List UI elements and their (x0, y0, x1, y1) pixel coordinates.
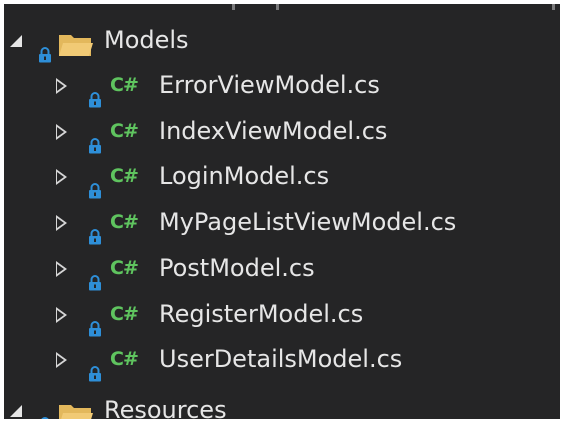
lock-icon (88, 169, 102, 199)
tree-folder-label: Resources (104, 396, 227, 419)
cut-off-glyph (552, 4, 555, 10)
tree-file-label: ErrorViewModel.cs (159, 71, 380, 99)
expand-arrow-icon[interactable] (56, 261, 67, 277)
expand-arrow-icon[interactable] (56, 215, 67, 231)
expand-arrow-icon[interactable] (10, 405, 22, 417)
expand-arrow-icon[interactable] (56, 352, 67, 368)
tree-file-label: LoginModel.cs (159, 162, 330, 190)
csharp-file-icon: C# (110, 74, 139, 96)
expand-arrow-icon[interactable] (56, 169, 67, 185)
scrolled-row-remnant (4, 4, 560, 16)
lock-icon (88, 352, 102, 382)
csharp-file-icon: C# (110, 120, 139, 142)
csharp-file-icon: C# (110, 257, 139, 279)
tree-file-label: UserDetailsModel.cs (159, 345, 403, 373)
solution-explorer-tree: Models C# ErrorViewModel.cs C# IndexView… (4, 4, 560, 419)
csharp-file-icon: C# (110, 165, 139, 187)
folder-icon (58, 28, 94, 56)
csharp-file-icon: C# (110, 348, 139, 370)
tree-folder-label: Models (104, 26, 189, 54)
lock-icon (88, 307, 102, 337)
lock-icon (38, 403, 52, 419)
tree-file-row[interactable]: C# UserDetailsModel.cs (4, 337, 560, 382)
tree-file-row[interactable]: C# PostModel.cs (4, 246, 560, 291)
expand-arrow-icon[interactable] (56, 78, 67, 94)
cut-off-glyph (232, 4, 235, 10)
lock-icon (88, 261, 102, 291)
tree-file-row[interactable]: C# LoginModel.cs (4, 154, 560, 199)
expand-arrow-icon[interactable] (56, 307, 67, 323)
expand-arrow-icon[interactable] (10, 35, 22, 47)
tree-file-row[interactable]: C# IndexViewModel.cs (4, 109, 560, 154)
cut-off-glyph (276, 4, 279, 10)
tree-folder-models[interactable]: Models (4, 18, 560, 63)
lock-icon (88, 78, 102, 108)
tree-file-row[interactable]: C# MyPageListViewModel.cs (4, 200, 560, 245)
tree-folder-resources[interactable]: Resources (4, 388, 560, 419)
csharp-file-icon: C# (110, 303, 139, 325)
lock-icon (88, 124, 102, 154)
lock-icon (38, 33, 52, 63)
expand-arrow-icon[interactable] (56, 124, 67, 140)
tree-file-row[interactable]: C# ErrorViewModel.cs (4, 63, 560, 108)
folder-icon (58, 398, 94, 419)
tree-file-label: PostModel.cs (159, 254, 315, 282)
lock-icon (88, 215, 102, 245)
tree-file-label: IndexViewModel.cs (159, 117, 388, 145)
tree-file-label: MyPageListViewModel.cs (159, 208, 457, 236)
tree-file-row[interactable]: C# RegisterModel.cs (4, 292, 560, 337)
tree-file-label: RegisterModel.cs (159, 300, 364, 328)
csharp-file-icon: C# (110, 211, 139, 233)
